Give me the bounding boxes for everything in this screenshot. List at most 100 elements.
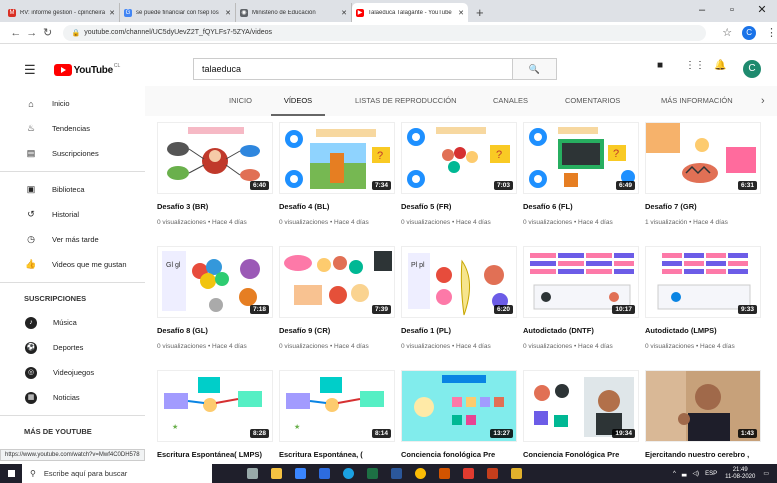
- language-indicator[interactable]: ESP: [705, 471, 717, 477]
- browser-tab-gmail[interactable]: M RV: informe gestion - cpincheira ✕: [4, 3, 120, 22]
- volume-icon[interactable]: ◁): [692, 470, 699, 477]
- back-arrow-icon[interactable]: ←: [8, 27, 24, 39]
- video-thumbnail[interactable]: ? 7:34: [279, 122, 395, 194]
- powerpoint-icon[interactable]: [482, 464, 502, 483]
- reload-icon[interactable]: ↻: [40, 26, 56, 39]
- browser-tab-youtube[interactable]: ▶ Talaeduca Talagante - YouTube ✕: [352, 3, 468, 22]
- sidebar-item-tendencias[interactable]: ♨ Tendencias: [0, 116, 145, 141]
- youtube-logo[interactable]: YouTube CL: [53, 63, 120, 76]
- notifications-bell-icon[interactable]: 🔔: [714, 60, 726, 71]
- sidebar-item-biblioteca[interactable]: ▣ Biblioteca: [0, 177, 145, 202]
- notifications-icon[interactable]: ▭: [763, 470, 769, 477]
- taskbar-search-field[interactable]: ⚲ Escribe aquí para buscar: [22, 464, 212, 483]
- network-icon[interactable]: ▃: [682, 470, 687, 477]
- video-card[interactable]: 10:17 Autodictado (DNTF) 0 visualizacion…: [523, 246, 639, 350]
- video-card[interactable]: 7:39 Desafío 9 (CR) 0 visualizaciones • …: [279, 246, 395, 350]
- close-window-icon[interactable]: ✕: [747, 0, 777, 20]
- video-card[interactable]: ? 7:34 Desafío 4 (BL) 0 visualizaciones …: [279, 122, 395, 226]
- video-card[interactable]: ? 6:49 Desafío 6 (FL) 0 visualizaciones …: [523, 122, 639, 226]
- video-thumbnail[interactable]: 10:17: [523, 246, 639, 318]
- video-thumbnail[interactable]: ★ 8:28: [157, 370, 273, 442]
- store-icon[interactable]: [290, 464, 310, 483]
- search-button[interactable]: 🔍: [513, 58, 557, 80]
- video-thumbnail[interactable]: ? 7:03: [401, 122, 517, 194]
- video-card[interactable]: 1:43 Ejercitando nuestro cerebro ,: [645, 370, 761, 459]
- video-card[interactable]: ★ 8:14 Escritura Espontánea, (: [279, 370, 395, 459]
- video-thumbnail[interactable]: 19:34: [523, 370, 639, 442]
- app-icon[interactable]: [434, 464, 454, 483]
- video-title[interactable]: Autodictado (LMPS): [645, 326, 761, 335]
- apps-grid-icon[interactable]: ⋮⋮: [685, 60, 705, 71]
- video-title[interactable]: Desafío 7 (GR): [645, 202, 761, 211]
- tab-listas[interactable]: LISTAS DE REPRODUCCIÓN: [353, 86, 459, 116]
- video-thumbnail[interactable]: 13:27: [401, 370, 517, 442]
- video-title[interactable]: Desafío 6 (FL): [523, 202, 639, 211]
- video-thumbnail[interactable]: 1:43: [645, 370, 761, 442]
- video-card[interactable]: 6:31 Desafío 7 (GR) 1 visualización • Ha…: [645, 122, 761, 226]
- sidebar-item-suscripciones[interactable]: ▤ Suscripciones: [0, 141, 145, 166]
- sidebar-sub-musica[interactable]: ♪ Música: [0, 310, 145, 335]
- chrome-icon[interactable]: [410, 464, 430, 483]
- task-view-icon[interactable]: [242, 464, 262, 483]
- video-thumbnail[interactable]: 9:33: [645, 246, 761, 318]
- acrobat-icon[interactable]: [458, 464, 478, 483]
- url-field[interactable]: 🔒 youtube.com/channel/UC5dyUevZ2T_fQYLFs7…: [63, 24, 707, 41]
- video-title[interactable]: Desafío 3 (BR): [157, 202, 273, 211]
- video-card[interactable]: ? 7:03 Desafío 5 (FR) 0 visualizaciones …: [401, 122, 517, 226]
- taskbar-clock[interactable]: 21:49 11-08-2020: [725, 467, 755, 481]
- video-title[interactable]: Desafío 9 (CR): [279, 326, 395, 335]
- close-tab-icon[interactable]: ✕: [109, 9, 115, 17]
- tab-inicio[interactable]: INICIO: [227, 86, 254, 116]
- video-thumbnail[interactable]: Gl gl 7:18: [157, 246, 273, 318]
- mail-icon[interactable]: [314, 464, 334, 483]
- minimize-icon[interactable]: –: [687, 0, 717, 20]
- video-thumbnail[interactable]: 6:31: [645, 122, 761, 194]
- video-title[interactable]: Conciencia fonológica Pre: [401, 450, 517, 459]
- user-avatar[interactable]: C: [743, 60, 761, 78]
- sidebar-sub-noticias[interactable]: ▦ Noticias: [0, 385, 145, 410]
- edge-icon[interactable]: [338, 464, 358, 483]
- chevron-right-icon[interactable]: ›: [759, 86, 767, 116]
- word-icon[interactable]: [386, 464, 406, 483]
- close-tab-icon[interactable]: ✕: [225, 9, 231, 17]
- windows-start-icon[interactable]: [0, 464, 22, 483]
- video-title[interactable]: Ejercitando nuestro cerebro ,: [645, 450, 761, 459]
- video-card[interactable]: 6:40 Desafío 3 (BR) 0 visualizaciones • …: [157, 122, 273, 226]
- video-thumbnail[interactable]: ★ 8:14: [279, 370, 395, 442]
- bookmark-star-icon[interactable]: ☆: [722, 26, 732, 39]
- browser-menu-icon[interactable]: ⋮: [766, 26, 777, 39]
- sidebar-item-ver-mas-tarde[interactable]: ◷ Ver más tarde: [0, 227, 145, 252]
- video-thumbnail[interactable]: 6:40: [157, 122, 273, 194]
- video-card[interactable]: Pl pl 6:20 Desafío 1 (PL) 0 visualizacio…: [401, 246, 517, 350]
- video-card[interactable]: 19:34 Conciencia Fonológica Pre: [523, 370, 639, 459]
- app-icon[interactable]: [506, 464, 526, 483]
- video-title[interactable]: Desafío 1 (PL): [401, 326, 517, 335]
- tab-comentarios[interactable]: COMENTARIOS: [563, 86, 622, 116]
- video-title[interactable]: Desafío 4 (BL): [279, 202, 395, 211]
- new-tab-button[interactable]: +: [468, 3, 492, 22]
- browser-tab-mineduc[interactable]: ◉ Ministerio de Educación ✕: [236, 3, 352, 22]
- video-title[interactable]: Autodictado (DNTF): [523, 326, 639, 335]
- search-input[interactable]: talaeduca: [193, 58, 513, 80]
- video-card[interactable]: ★ 8:28 Escritura Espontánea( LMPS): [157, 370, 273, 459]
- video-thumbnail[interactable]: ? 6:49: [523, 122, 639, 194]
- video-title[interactable]: Conciencia Fonológica Pre: [523, 450, 639, 459]
- tray-chevron-icon[interactable]: ^: [673, 471, 676, 477]
- browser-profile-avatar[interactable]: C: [742, 25, 757, 40]
- maximize-icon[interactable]: ▫: [717, 0, 747, 20]
- video-card[interactable]: 13:27 Conciencia fonológica Pre: [401, 370, 517, 459]
- browser-tab-google[interactable]: Gse puede financiar con fsep los ✕: [120, 3, 236, 22]
- close-tab-icon[interactable]: ✕: [341, 9, 347, 17]
- sidebar-item-videos-gustan[interactable]: 👍 Videos que me gustan: [0, 252, 145, 277]
- tab-videos[interactable]: VÍDEOS: [271, 86, 325, 116]
- video-thumbnail[interactable]: 7:39: [279, 246, 395, 318]
- video-title[interactable]: Escritura Espontánea, (: [279, 450, 395, 459]
- sidebar-sub-videojuegos[interactable]: ◎ Videojuegos: [0, 360, 145, 385]
- forward-arrow-icon[interactable]: →: [24, 27, 40, 39]
- video-title[interactable]: Escritura Espontánea( LMPS): [157, 450, 273, 459]
- hamburger-menu-icon[interactable]: ☰: [24, 62, 36, 78]
- sidebar-sub-deportes[interactable]: ⚽ Deportes: [0, 335, 145, 360]
- video-thumbnail[interactable]: Pl pl 6:20: [401, 246, 517, 318]
- video-title[interactable]: Desafío 8 (GL): [157, 326, 273, 335]
- create-video-icon[interactable]: ■: [657, 60, 663, 71]
